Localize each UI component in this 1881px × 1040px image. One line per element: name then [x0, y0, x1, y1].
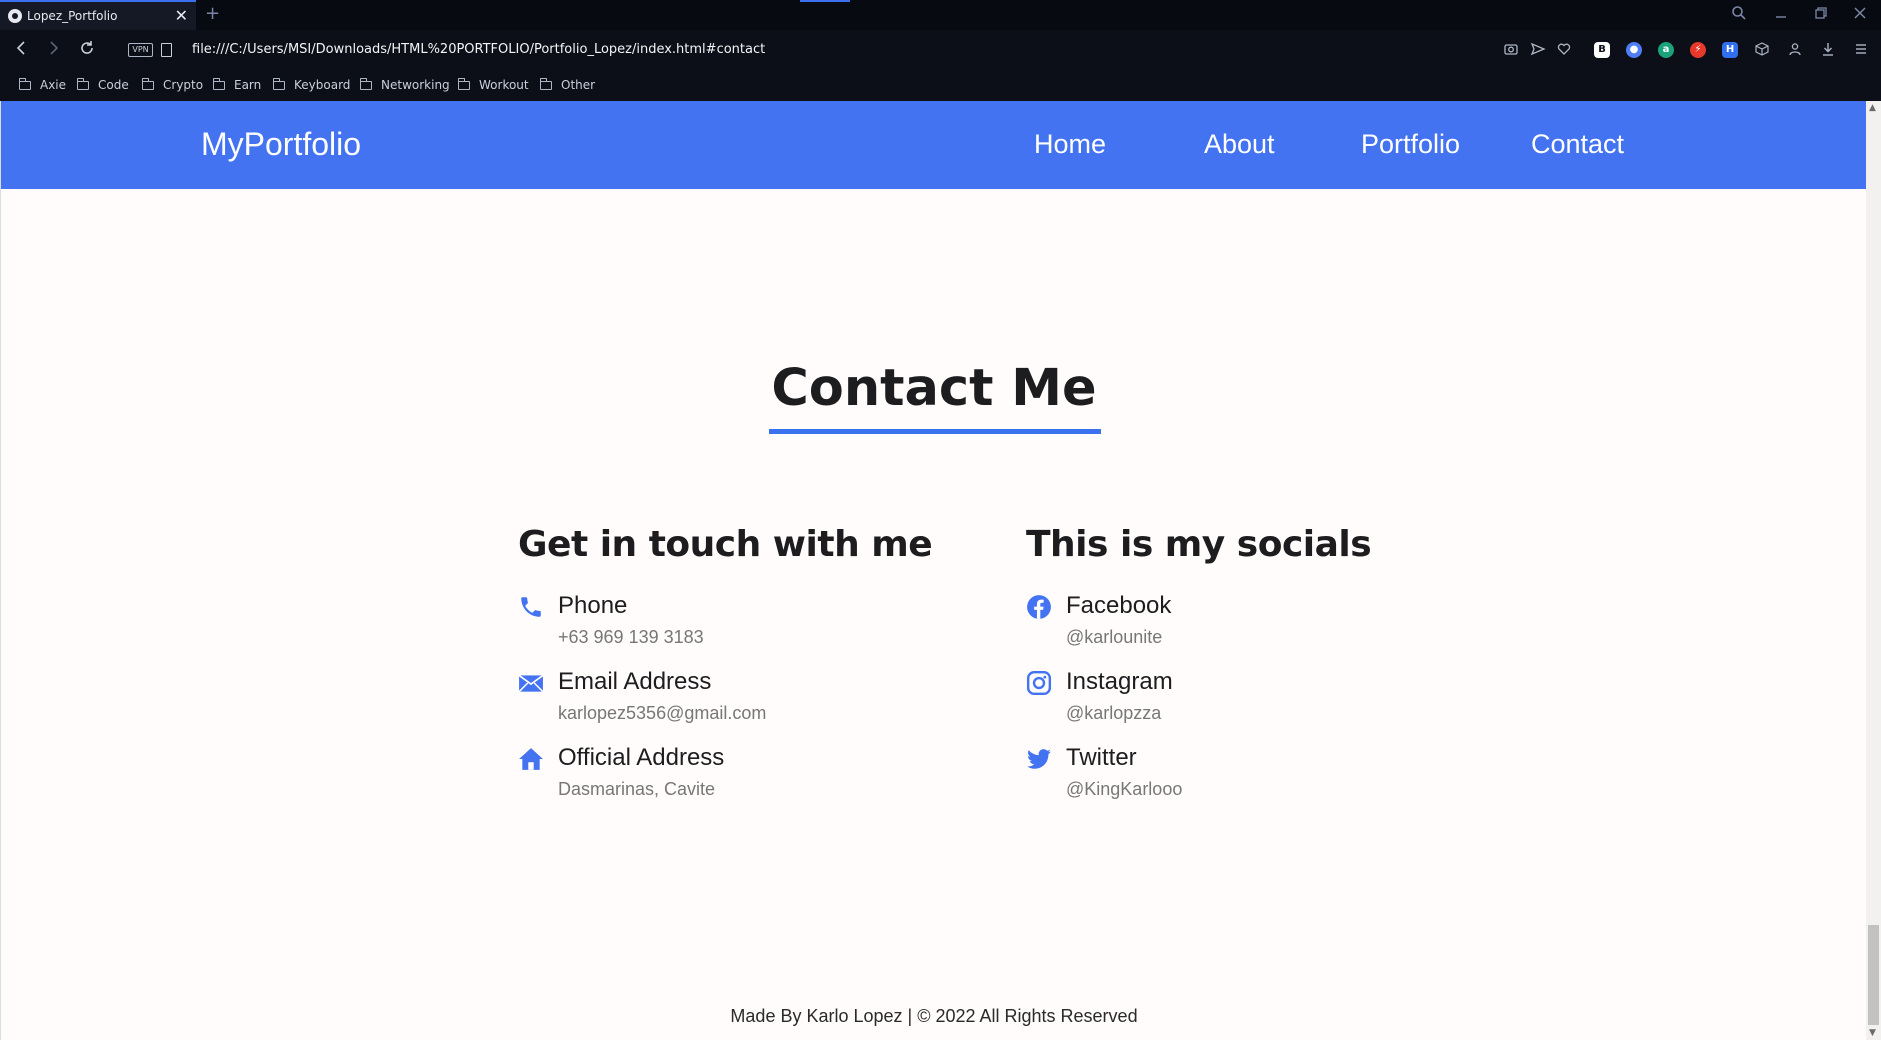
tab-close-icon[interactable]: ✕: [175, 7, 188, 25]
twitter-icon[interactable]: [1026, 746, 1052, 772]
social-item-handle[interactable]: @karlounite: [1066, 625, 1162, 649]
bookmark-label: Other: [561, 78, 596, 92]
bookmark-folder-axie[interactable]: Axie: [19, 77, 67, 92]
bookmark-label: Crypto: [163, 78, 204, 92]
bookmark-label: Earn: [234, 78, 262, 92]
contact-item-value[interactable]: +63 969 139 3183: [558, 625, 704, 649]
browser-chrome: Lopez_Portfolio ✕ + VPN file:///C:/Users…: [0, 0, 1881, 101]
social-item-label: Facebook: [1066, 592, 1172, 619]
footer-copyright: Made By Karlo Lopez | © 2022 All Rights …: [730, 1006, 1138, 1026]
menu-icon[interactable]: [1852, 41, 1870, 59]
title-underline: [769, 429, 1101, 434]
download-icon[interactable]: [1819, 41, 1837, 59]
send-icon[interactable]: [1529, 41, 1547, 59]
social-item-handle[interactable]: @karlopzza: [1066, 701, 1161, 725]
bookmark-folder-other[interactable]: Other: [540, 77, 596, 92]
scroll-down-icon[interactable]: ▼: [1869, 1028, 1876, 1038]
folder-icon: [77, 77, 89, 90]
bookmark-label: Keyboard: [294, 78, 351, 92]
instagram-icon[interactable]: [1026, 670, 1052, 696]
nav-contact[interactable]: Contact: [1531, 126, 1624, 162]
bookmark-folder-crypto[interactable]: Crypto: [142, 77, 204, 92]
folder-icon: [19, 77, 31, 90]
nav-home[interactable]: Home: [1034, 126, 1106, 162]
address-row: VPN file:///C:/Users/MSI/Downloads/HTML%…: [0, 30, 1881, 70]
scroll-up-icon[interactable]: ▲: [1869, 103, 1876, 113]
nav-about[interactable]: About: [1204, 126, 1275, 162]
active-tab[interactable]: Lopez_Portfolio ✕: [0, 0, 196, 30]
bookmark-label: Code: [98, 78, 129, 92]
extension-search-icon[interactable]: ●: [1626, 42, 1642, 58]
address-bar-url[interactable]: file:///C:/Users/MSI/Downloads/HTML%20PO…: [192, 41, 765, 59]
vpn-badge[interactable]: VPN: [128, 43, 153, 57]
forward-icon[interactable]: [47, 39, 61, 62]
contact-item-value: Dasmarinas, Cavite: [558, 779, 716, 799]
extension-red-icon[interactable]: ⚡: [1690, 42, 1706, 58]
restore-icon[interactable]: [1814, 5, 1828, 25]
cube-icon[interactable]: [1753, 41, 1771, 59]
bookmark-folder-code[interactable]: Code: [77, 77, 129, 92]
home-icon: [518, 746, 544, 772]
bookmark-folder-networking[interactable]: Networking: [360, 77, 450, 92]
extension-b-icon[interactable]: B: [1594, 42, 1610, 58]
tab-title: Lopez_Portfolio: [27, 9, 118, 23]
globe-icon: [8, 9, 22, 23]
site-logo[interactable]: MyPortfolio: [201, 124, 361, 164]
bookmark-label: Axie: [40, 78, 67, 92]
folder-icon: [213, 77, 225, 90]
folder-icon: [360, 77, 372, 90]
reload-icon[interactable]: [78, 39, 96, 62]
search-icon[interactable]: [1731, 5, 1747, 26]
new-tab-button[interactable]: +: [205, 4, 220, 24]
extension-shield-icon[interactable]: H: [1722, 42, 1738, 58]
contact-item-value[interactable]: karlopez5356@gmail.com: [558, 701, 766, 725]
close-window-icon[interactable]: [1853, 5, 1867, 25]
facebook-icon[interactable]: [1026, 594, 1052, 620]
bookmark-folder-keyboard[interactable]: Keyboard: [273, 77, 351, 92]
social-item-label: Instagram: [1066, 668, 1173, 695]
page-scrollbar[interactable]: ▲ ▼: [1866, 101, 1881, 1040]
back-icon[interactable]: [14, 39, 28, 62]
contact-item-label: Official Address: [558, 744, 725, 771]
bookmark-label: Workout: [479, 78, 529, 92]
folder-icon: [273, 77, 285, 90]
folder-icon: [142, 77, 154, 90]
camera-icon[interactable]: [1502, 41, 1520, 59]
bookmarks-bar: Axie Code Crypto Earn Keyboard Networkin…: [0, 70, 1881, 101]
nav-portfolio[interactable]: Portfolio: [1361, 126, 1460, 162]
contact-item-label: Phone: [558, 592, 628, 619]
socials-heading: This is my socials: [1026, 524, 1372, 565]
contact-section-title: Contact Me: [771, 359, 1097, 418]
profile-icon[interactable]: [1786, 41, 1804, 59]
phone-icon: [518, 594, 544, 620]
page-viewport: MyPortfolio Home About Portfolio Contact…: [0, 101, 1867, 1040]
scrollbar-thumb[interactable]: [1868, 925, 1879, 1025]
tab-bar: Lopez_Portfolio ✕ +: [0, 0, 1881, 30]
social-item-label: Twitter: [1066, 744, 1137, 771]
folder-icon: [458, 77, 470, 90]
social-item-handle[interactable]: @KingKarlooo: [1066, 777, 1182, 801]
get-in-touch-heading: Get in touch with me: [518, 524, 933, 565]
heart-icon[interactable]: [1555, 41, 1573, 59]
extension-a-icon[interactable]: a: [1658, 42, 1674, 58]
minimize-icon[interactable]: [1774, 5, 1788, 25]
page-icon: [161, 43, 172, 57]
tab-indicator: [800, 0, 850, 2]
bookmark-folder-earn[interactable]: Earn: [213, 77, 262, 92]
bookmark-folder-workout[interactable]: Workout: [458, 77, 529, 92]
site-header: MyPortfolio Home About Portfolio Contact: [1, 101, 1867, 189]
contact-item-label: Email Address: [558, 668, 712, 695]
folder-icon: [540, 77, 552, 90]
bookmark-label: Networking: [381, 78, 450, 92]
envelope-icon: [518, 670, 544, 696]
